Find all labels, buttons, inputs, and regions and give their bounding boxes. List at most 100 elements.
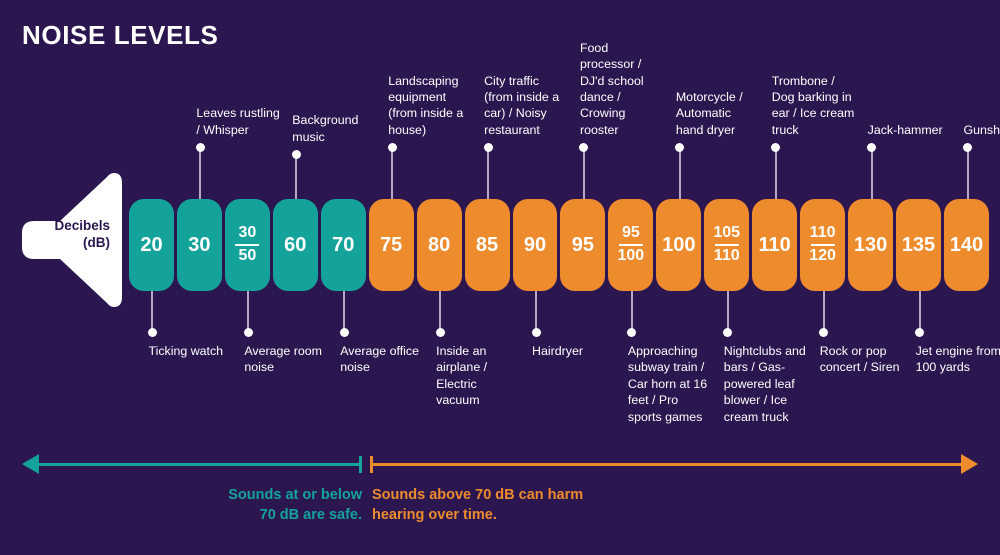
noise-bar-value: 105 110	[713, 224, 741, 264]
noise-source-callout-below: Average room noise	[243, 291, 322, 374]
callout-stem	[151, 291, 154, 332]
noise-bar: 70	[320, 199, 366, 291]
callout-stem	[726, 291, 729, 332]
callout-dot	[771, 143, 781, 152]
callout-dot	[531, 328, 541, 337]
callout-label: Ticking watch	[148, 344, 224, 358]
noise-bar-value: 90	[523, 234, 547, 256]
callout-label: Jet engine from 100 yards	[915, 344, 1000, 375]
callout-label: Average room noise	[244, 344, 322, 375]
harmful-range-arrow	[370, 454, 978, 474]
callout-dot	[243, 328, 253, 337]
noise-bar-value: 30	[188, 234, 211, 256]
callout-label: Motorcycle / Automatic hand dryer	[675, 89, 743, 137]
noise-source-callout-below: Nightclubs and bars / Gas-powered leaf b…	[723, 291, 806, 424]
noise-bar: 85	[464, 199, 510, 291]
noise-bar: 140	[943, 199, 989, 291]
callout-label: Trombone / Dog barking in ear / Ice crea…	[771, 73, 855, 137]
callout-label: Food processor / DJ'd school dance / Cro…	[579, 40, 644, 137]
noise-bar-value: 20	[140, 234, 163, 256]
callout-label: Rock or pop concert / Siren	[819, 344, 900, 375]
noise-bar: 135	[896, 199, 941, 291]
callout-dot	[387, 143, 397, 152]
noise-source-callout-below: Jet engine from 100 yards	[915, 291, 1000, 374]
noise-source-callout-below: Approaching subway train / Car horn at 1…	[627, 291, 707, 424]
noise-bar: 130	[848, 199, 893, 291]
callout-label: Leaves rustling / Whisper	[196, 106, 280, 137]
callout-label: Background music	[292, 113, 359, 144]
callout-label: Landscaping equipment (from inside a hou…	[388, 73, 464, 137]
axis-end-cap	[359, 456, 362, 473]
noise-source-callout-above: Background music	[291, 113, 358, 199]
noise-bar: 110	[752, 199, 798, 291]
noise-source-callout-above: Leaves rustling / Whisper	[195, 106, 280, 199]
noise-bar-value: 135	[901, 234, 936, 256]
noise-source-callout-above: Jack-hammer	[867, 123, 943, 199]
noise-bar: 80	[416, 199, 462, 291]
arrow-right-icon	[961, 454, 978, 474]
noise-bar: 95 100	[608, 199, 654, 291]
callout-dot	[867, 143, 877, 152]
noise-bar: 20	[129, 199, 174, 291]
callout-dot	[147, 328, 157, 337]
callout-stem	[870, 148, 873, 199]
callout-stem	[678, 148, 681, 199]
callout-stem	[630, 291, 633, 332]
callout-stem	[535, 291, 538, 332]
callout-stem	[966, 148, 969, 199]
callout-stem	[822, 291, 825, 332]
noise-source-callout-above: Food processor / DJ'd school dance / Cro…	[579, 41, 644, 199]
noise-source-callout-below: Rock or pop concert / Siren	[819, 291, 900, 374]
noise-bar: 100	[656, 199, 702, 291]
noise-bar-value: 100	[662, 234, 696, 256]
noise-bar-value: 140	[949, 234, 984, 256]
callout-dot	[435, 328, 445, 337]
noise-bar: 60	[272, 199, 318, 291]
callout-stem	[199, 148, 202, 199]
callout-label: City traffic (from inside a car) / Noisy…	[484, 73, 560, 137]
noise-bar: 95	[560, 199, 606, 291]
callout-stem	[247, 291, 250, 332]
noise-level-bar-scale: 20 30 30 50 60 70 75 80 85 90 95 95 100 100 105 110 110 1…	[129, 199, 989, 291]
noise-bar-value: 110	[758, 234, 791, 256]
noise-bar: 105 110	[704, 199, 750, 291]
callout-label: Inside an airplane / Electric vacuum	[436, 344, 488, 408]
noise-bar-value: 30 50	[235, 224, 260, 265]
noise-bar-value: 80	[427, 234, 451, 256]
noise-source-callout-above: City traffic (from inside a car) / Noisy…	[483, 74, 559, 199]
noise-bar: 110 120	[800, 199, 846, 291]
noise-source-callout-below: Hairdryer	[531, 291, 583, 358]
callout-dot	[819, 328, 829, 337]
noise-bar-value: 60	[284, 234, 307, 256]
noise-bar-value: 130	[853, 234, 888, 256]
callout-dot	[339, 328, 349, 337]
noise-source-callout-above: Trombone / Dog barking in ear / Ice crea…	[771, 74, 854, 199]
callout-label: Gunshot	[963, 122, 1000, 137]
safe-range-note: Sounds at or below 70 dB are safe.	[228, 487, 362, 523]
callout-label: Jack-hammer	[867, 122, 943, 137]
callout-stem	[439, 291, 442, 332]
noise-bar-value: 85	[475, 234, 499, 256]
callout-stem	[487, 148, 490, 199]
axis-line	[38, 463, 360, 466]
noise-bar-value: 70	[332, 234, 355, 256]
callout-dot	[291, 150, 301, 159]
noise-bar: 75	[368, 199, 414, 291]
callout-stem	[295, 155, 298, 199]
noise-bar-value: 95 100	[617, 224, 645, 264]
noise-source-callout-below: Average office noise	[339, 291, 419, 374]
callout-dot	[627, 328, 637, 337]
callout-label: Average office noise	[340, 344, 420, 375]
callout-stem	[582, 148, 585, 199]
noise-source-callout-above: Gunshot	[963, 123, 1000, 199]
callout-dot	[963, 143, 973, 152]
page-title: NOISE LEVELS	[22, 20, 219, 50]
callout-stem	[774, 148, 777, 199]
decibels-label: Decibels (dB)	[54, 218, 110, 250]
noise-bar: 30	[176, 199, 222, 291]
callout-label: Hairdryer	[532, 344, 583, 358]
noise-source-callout-below: Ticking watch	[147, 291, 223, 358]
noise-bar-value: 110 120	[809, 224, 836, 264]
noise-bar-value: 95	[571, 234, 595, 256]
arrow-left-icon	[22, 454, 39, 474]
